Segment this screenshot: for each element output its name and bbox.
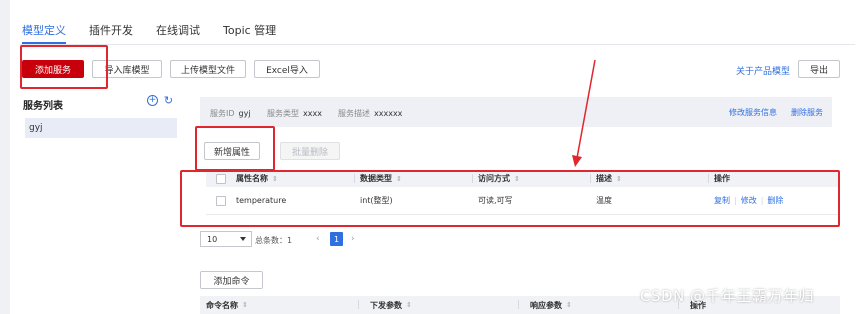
batch-delete-button[interactable]: 批量删除 — [280, 142, 340, 160]
annotation-arrow-icon — [572, 59, 596, 167]
service-desc-value: xxxxxx — [374, 109, 403, 118]
tab-plugin-dev[interactable]: 插件开发 — [89, 22, 133, 44]
service-info-bar: 服务ID gyj 服务类型 xxxx 服务描述 xxxxxx 修改服务信息 删除服务 — [200, 97, 832, 127]
annotation-box-add-service — [20, 45, 108, 89]
upload-model-file-button[interactable]: 上传模型文件 — [170, 60, 246, 78]
service-list-item[interactable]: gyj — [25, 118, 177, 138]
service-list-title: 服务列表 — [23, 101, 63, 112]
annotation-box-add-property — [195, 126, 275, 171]
content-panel: 模型定义 插件开发 在线调试 Topic 管理 添加服务 导入库模型 上传模型文… — [10, 0, 865, 314]
delete-service-link[interactable]: 删除服务 — [791, 107, 823, 118]
edit-service-link[interactable]: 修改服务信息 — [729, 107, 777, 118]
tab-model-definition[interactable]: 模型定义 — [22, 22, 66, 44]
cmd-header-params[interactable]: 下发参数 ⇕ — [358, 296, 518, 314]
service-id-label: 服务ID — [210, 109, 235, 118]
plus-circle-icon[interactable]: + — [147, 95, 158, 106]
about-model-link[interactable]: 关于产品模型 — [736, 64, 790, 77]
cmd-header-params-label: 下发参数 — [370, 300, 402, 310]
column-separator — [358, 300, 359, 309]
prev-page-icon[interactable]: ‹ — [316, 234, 320, 244]
tabs-divider — [20, 44, 855, 45]
service-desc: 服务描述 xxxxxx — [338, 108, 402, 119]
annotation-box-property-row — [180, 170, 840, 227]
excel-import-button[interactable]: Excel导入 — [254, 60, 320, 78]
column-separator — [518, 300, 519, 309]
csdn-watermark: CSDN @千年王霸万年归 — [640, 287, 815, 305]
service-desc-label: 服务描述 — [338, 109, 370, 118]
cmd-header-name-label: 命令名称 — [206, 300, 238, 310]
page-size-value: 10 — [207, 234, 218, 244]
chevron-down-icon — [240, 237, 246, 241]
export-button[interactable]: 导出 — [798, 60, 840, 78]
cmd-header-name[interactable]: 命令名称 ⇕ — [200, 296, 358, 314]
page-size-select[interactable]: 10 — [200, 231, 252, 247]
service-type-label: 服务类型 — [267, 109, 299, 118]
refresh-icon[interactable]: ↻ — [163, 95, 174, 106]
sort-icon[interactable]: ⇕ — [406, 301, 412, 309]
service-id: 服务ID gyj — [210, 108, 251, 119]
sort-icon[interactable]: ⇕ — [566, 301, 572, 309]
service-type-value: xxxx — [303, 109, 322, 118]
current-page[interactable]: 1 — [330, 232, 343, 246]
tab-online-debug[interactable]: 在线调试 — [156, 22, 200, 44]
service-id-value: gyj — [238, 109, 251, 118]
service-type: 服务类型 xxxx — [267, 108, 322, 119]
add-command-button[interactable]: 添加命令 — [200, 271, 263, 289]
cmd-header-response-label: 响应参数 — [530, 300, 562, 310]
tab-bar: 模型定义 插件开发 在线调试 Topic 管理 — [22, 22, 299, 44]
total-count: 总条数：1 — [255, 236, 293, 245]
sort-icon[interactable]: ⇕ — [242, 301, 248, 309]
next-page-icon[interactable]: › — [351, 234, 355, 244]
tab-topic-manage[interactable]: Topic 管理 — [223, 22, 276, 44]
